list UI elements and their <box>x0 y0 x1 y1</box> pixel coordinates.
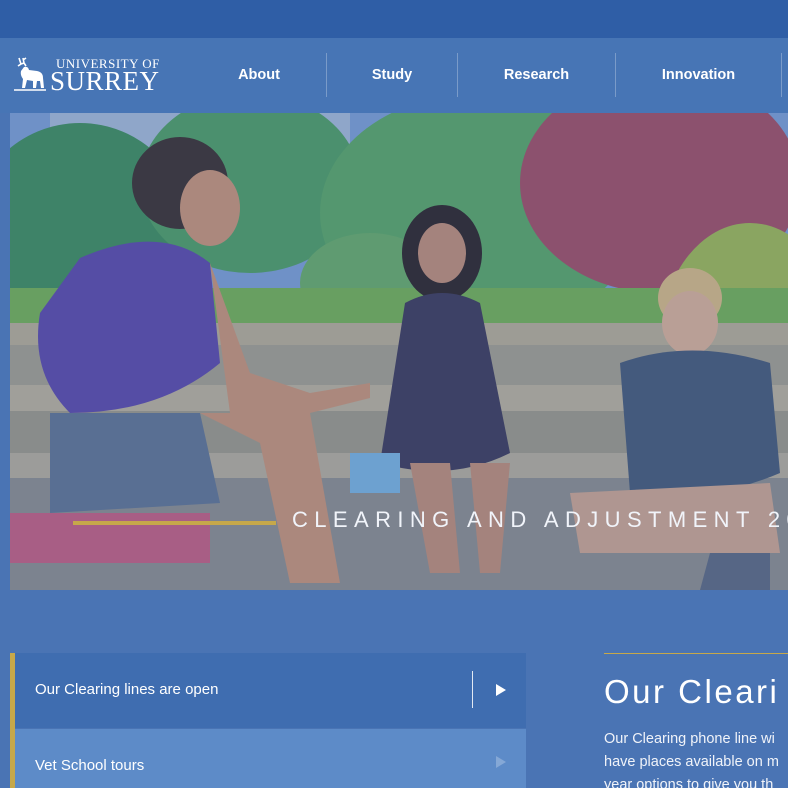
main-navbar: UNIVERSITY OF SURREY About Study Researc… <box>0 38 788 113</box>
nav-item-study[interactable]: Study <box>327 38 457 113</box>
hero-title: CLEARING AND ADJUSTMENT 20 <box>292 507 788 532</box>
article-text-line: Our Clearing phone line wi <box>604 731 775 747</box>
hero-banner: CLEARING AND ADJUSTMENT 20 <box>10 113 788 590</box>
university-logo[interactable]: UNIVERSITY OF SURREY <box>10 52 160 98</box>
logo-text-surrey: SURREY <box>50 66 160 96</box>
play-arrow-icon[interactable] <box>496 756 506 768</box>
article-top-rule <box>604 653 788 654</box>
nav-item-about[interactable]: About <box>198 38 320 113</box>
quick-link-clearing-lines[interactable]: Our Clearing lines are open <box>15 653 526 728</box>
article-text-line: have places available on m <box>604 754 779 770</box>
hero-accent-rule <box>73 521 276 525</box>
play-arrow-icon[interactable] <box>496 684 506 696</box>
quick-link-vet-school-tours[interactable]: Vet School tours <box>15 729 526 788</box>
top-utility-strip <box>0 0 788 38</box>
article-text-line: year options to give you th <box>604 777 774 788</box>
clearing-article: Our Cleari Our Clearing phone line wi ha… <box>604 653 788 788</box>
quick-links-panel: Our Clearing lines are open Vet School t… <box>10 653 526 788</box>
nav-divider <box>781 53 782 97</box>
quick-link-label: Our Clearing lines are open <box>35 681 219 698</box>
article-title: Our Cleari <box>604 673 780 710</box>
quick-link-label: Vet School tours <box>35 757 145 774</box>
quick-link-divider <box>472 671 473 708</box>
nav-item-research[interactable]: Research <box>458 38 615 113</box>
nav-item-innovation[interactable]: Innovation <box>616 38 781 113</box>
stag-icon <box>14 57 46 91</box>
